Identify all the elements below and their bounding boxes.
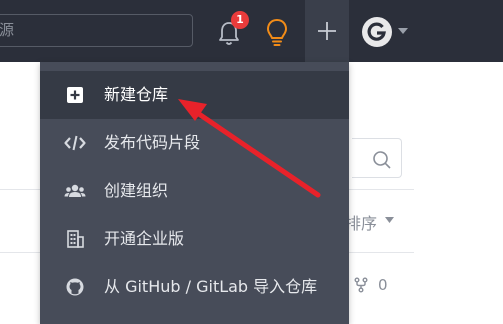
repo-search-button[interactable] [352, 138, 402, 178]
code-icon [64, 135, 86, 151]
menu-item-label: 新建仓库 [104, 85, 169, 104]
menu-item-create-org[interactable]: 创建组织 [40, 167, 349, 215]
chevron-down-icon[interactable] [398, 28, 408, 34]
menu-item-new-repo[interactable]: 新建仓库 [40, 71, 349, 119]
search-icon [373, 151, 391, 169]
create-new-button[interactable] [305, 0, 349, 62]
menu-item-import-repo[interactable]: 从 GitHub / GitLab 导入仓库 [40, 263, 349, 311]
top-navbar: 源 1 [0, 0, 503, 62]
menu-item-publish-snippet[interactable]: 发布代码片段 [40, 119, 349, 167]
search-text: 源 [0, 21, 15, 39]
plus-icon [318, 22, 336, 40]
create-dropdown-menu: 新建仓库 发布代码片段 创建组织 开通企业版 从 GitHub / GitLab… [40, 62, 349, 324]
user-avatar[interactable] [362, 17, 392, 47]
search-input[interactable]: 源 [0, 14, 193, 47]
plus-square-icon [67, 87, 83, 103]
users-icon [64, 184, 86, 197]
github-icon [66, 278, 84, 296]
fork-icon [354, 277, 368, 293]
menu-item-label: 从 GitHub / GitLab 导入仓库 [104, 277, 318, 296]
menu-item-label: 发布代码片段 [104, 133, 201, 152]
building-icon [67, 230, 84, 248]
notification-badge: 1 [231, 11, 249, 29]
fork-count: 0 [378, 276, 388, 294]
chevron-down-icon[interactable] [385, 217, 394, 223]
menu-item-label: 创建组织 [104, 181, 169, 200]
avatar-logo-icon [367, 22, 386, 41]
menu-item-enterprise[interactable]: 开通企业版 [40, 215, 349, 263]
sort-dropdown-label[interactable]: 排序 [345, 210, 377, 234]
menu-item-label: 开通企业版 [104, 229, 185, 248]
lightbulb-icon[interactable] [262, 17, 292, 49]
